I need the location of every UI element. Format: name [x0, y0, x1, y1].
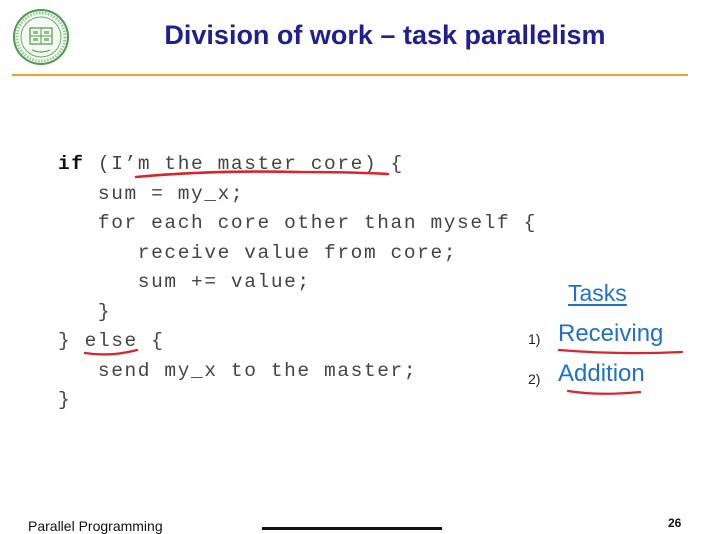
code-line-6: }: [58, 300, 112, 323]
underline-receiving: [557, 348, 684, 355]
code-line-5: sum += value;: [58, 271, 311, 293]
code-line-7: } else {: [58, 330, 165, 352]
underline-addition: [566, 389, 642, 395]
footer-divider: [262, 527, 442, 530]
task-number-1: 1): [528, 331, 541, 347]
title-divider: [12, 74, 688, 76]
task-label-addition: Addition: [558, 360, 645, 387]
slide: Division of work – task parallelism if (…: [0, 0, 704, 534]
task-number-2: 2): [528, 371, 541, 387]
code-line-1: if (I’m the master core) {: [58, 150, 537, 180]
university-seal-icon: [13, 9, 69, 65]
page-number: 26: [668, 516, 682, 530]
code-line-8: send my_x to the master;: [58, 359, 418, 382]
code-keyword-if: if: [58, 153, 85, 175]
tasks-heading: Tasks: [568, 280, 627, 306]
code-line-2: sum = my_x;: [58, 182, 245, 205]
code-block: if (I’m the master core) { sum = my_x; f…: [58, 150, 537, 416]
code-line-4: receive value from core;: [58, 241, 458, 264]
code-line-9: }: [58, 389, 72, 411]
code-line-1-rest: (I’m the master core) {: [84, 153, 404, 175]
slide-title: Division of work – task parallelism: [164, 20, 606, 50]
code-line-3: for each core other than myself {: [58, 212, 537, 234]
footer-course-title: Parallel Programming: [28, 518, 163, 534]
task-label-receiving: Receiving: [558, 320, 664, 347]
